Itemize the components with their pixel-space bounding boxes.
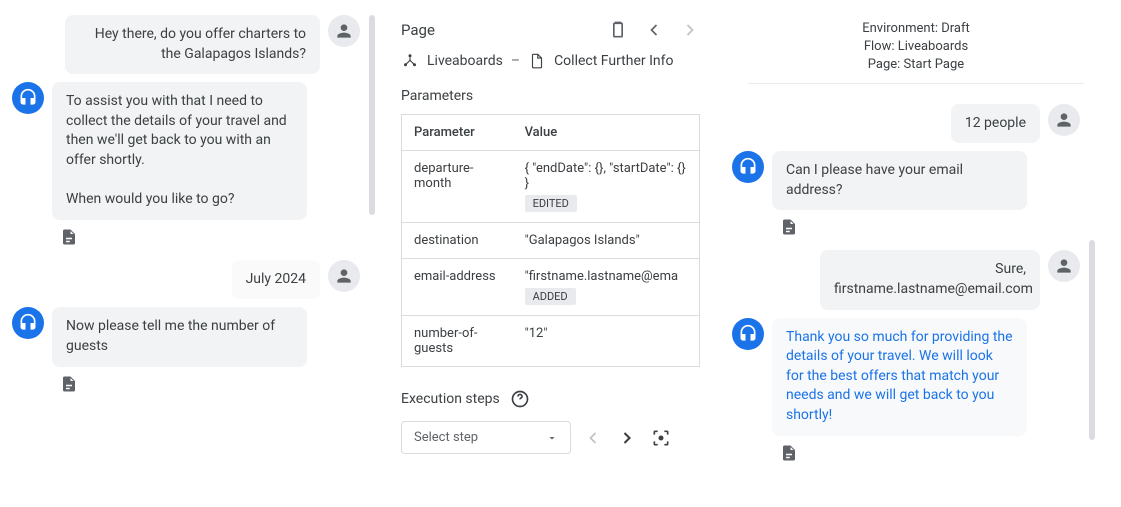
person-icon [334,21,354,41]
headset-icon [18,88,38,108]
focus-icon[interactable] [651,428,671,448]
attachment-row [12,228,380,246]
scrollbar[interactable] [369,15,375,215]
chat-panel-left: Hey there, do you offer charters to the … [0,0,380,507]
message-bubble: Sure, firstname.lastname@email.com [820,250,1040,309]
breadcrumb-flow[interactable]: Liveaboards [427,53,503,69]
chip-added: ADDED [525,288,576,305]
step-next-icon[interactable] [617,428,637,448]
chat-message-bot: To assist you with that I need to collec… [12,82,380,220]
attachment-row [12,375,380,393]
chat-message-user: July 2024 [12,260,380,300]
breadcrumb: Liveaboards – Collect Further Info [401,52,700,70]
user-avatar [1048,250,1080,282]
message-bubble: 12 people [951,104,1040,144]
attachment-row [732,444,1100,462]
chat-message-user: Hey there, do you offer charters to the … [12,15,380,74]
attachment-row [732,218,1100,236]
table-header-param: Parameter [402,115,513,151]
headset-icon [18,313,38,333]
select-step-dropdown[interactable]: Select step [401,421,571,454]
env-header: Environment: Draft Flow: Liveaboards Pag… [748,20,1084,84]
person-icon [1054,256,1074,276]
breadcrumb-page[interactable]: Collect Further Info [554,53,673,69]
message-bubble: Thank you so much for providing the deta… [772,318,1027,436]
user-avatar [328,15,360,47]
chat-panel-right: Environment: Draft Flow: Liveaboards Pag… [720,0,1100,507]
bot-avatar [732,151,764,183]
execution-steps-label: Execution steps [401,391,500,407]
parameters-label: Parameters [401,88,700,104]
page-header-label: Page [401,21,435,39]
caret-down-icon [546,432,558,444]
bot-avatar [732,318,764,350]
table-row: departure-month { "endDate": {}, "startD… [402,151,700,223]
parameters-table: Parameter Value departure-month { "endDa… [401,114,700,367]
document-icon [780,444,798,462]
scrollbar[interactable] [1089,240,1095,440]
headset-icon [738,324,758,344]
message-bubble: July 2024 [232,260,320,300]
chat-message-user: 12 people [732,104,1100,144]
table-header-value: Value [513,115,700,151]
message-bubble: Hey there, do you offer charters to the … [65,15,320,74]
table-row: email-address "firstname.lastname@emaADD… [402,259,700,316]
chip-edited: EDITED [525,195,577,212]
document-icon [60,228,78,246]
flow-icon [401,52,419,70]
table-row: number-of-guests "12" [402,316,700,367]
clipboard-icon[interactable] [608,20,628,40]
table-row: destination "Galapagos Islands" [402,223,700,259]
bot-avatar [12,82,44,114]
headset-icon [738,157,758,177]
chevron-right-icon[interactable] [680,20,700,40]
step-prev-icon[interactable] [583,428,603,448]
user-avatar [328,260,360,292]
chat-message-user: Sure, firstname.lastname@email.com [732,250,1100,309]
chat-message-bot: Thank you so much for providing the deta… [732,318,1100,436]
breadcrumb-separator: – [511,53,520,69]
chevron-left-icon[interactable] [644,20,664,40]
person-icon [334,266,354,286]
message-bubble: To assist you with that I need to collec… [52,82,307,220]
document-icon [60,375,78,393]
document-icon [780,218,798,236]
page-icon [528,52,546,70]
chat-message-bot: Can I please have your email address? [732,151,1100,210]
message-bubble: Can I please have your email address? [772,151,1027,210]
help-icon[interactable] [510,389,530,409]
person-icon [1054,110,1074,130]
chat-message-bot: Now please tell me the number of guests [12,307,380,366]
user-avatar [1048,104,1080,136]
debug-panel: Page Liveaboards – Collect Further Info … [380,0,720,507]
message-bubble: Now please tell me the number of guests [52,307,307,366]
bot-avatar [12,307,44,339]
